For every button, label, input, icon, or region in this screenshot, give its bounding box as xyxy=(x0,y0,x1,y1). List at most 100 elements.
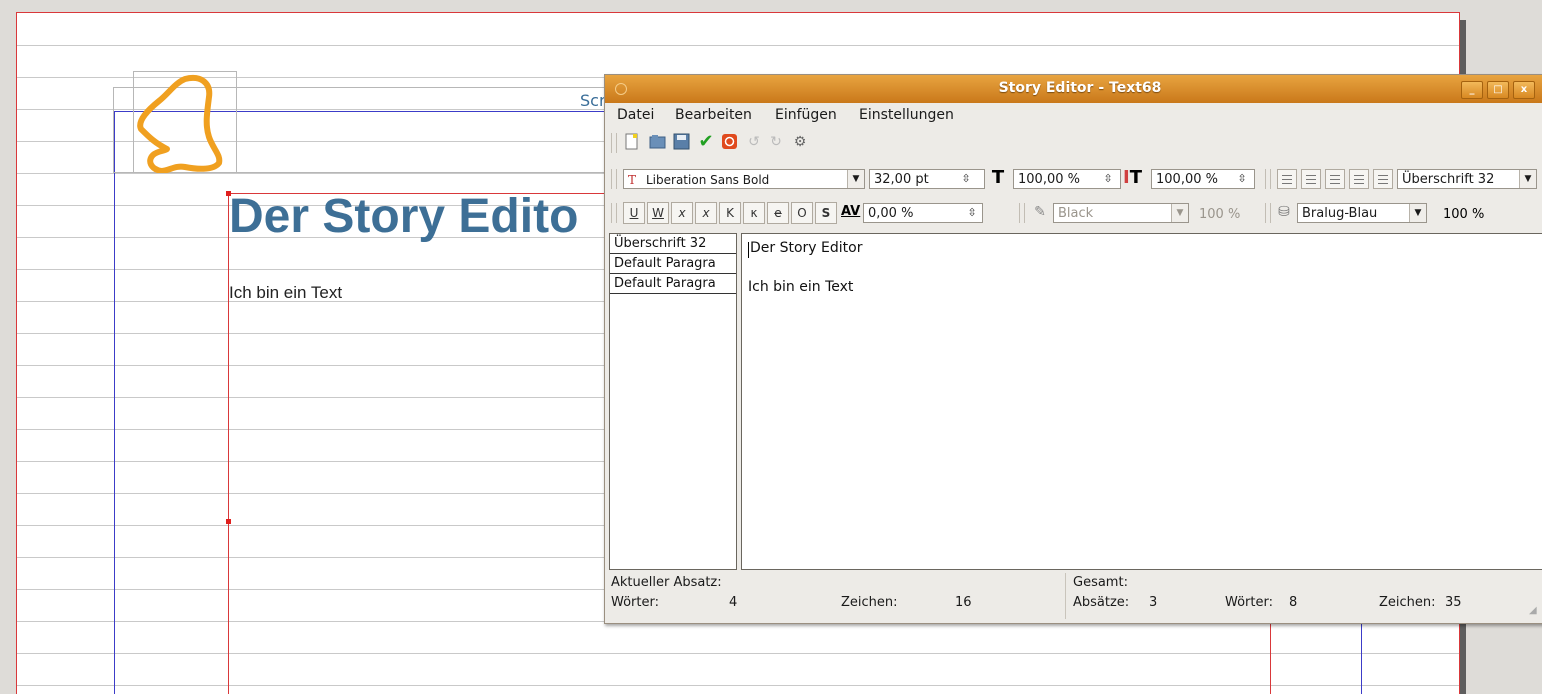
outline-button[interactable]: O xyxy=(791,202,813,224)
style-list-item[interactable]: Überschrift 32 xyxy=(610,234,736,254)
story-paragraph[interactable]: Der Story Editor xyxy=(750,240,862,256)
fill-color-value: Bralug-Blau xyxy=(1302,206,1378,221)
words-value: 4 xyxy=(729,595,738,610)
style-list-item[interactable]: Default Paragra xyxy=(610,254,736,274)
chars-label: Zeichen: xyxy=(841,595,898,610)
document-body-text[interactable]: Ich bin ein Text xyxy=(229,283,342,303)
maximize-button[interactable]: □ xyxy=(1487,81,1509,99)
redo-icon[interactable]: ↻ xyxy=(767,133,785,151)
header-text-snippet: Scr xyxy=(580,91,606,110)
undo-icon[interactable]: ↺ xyxy=(745,133,763,151)
baseline-grid-line xyxy=(17,45,1459,46)
save-icon[interactable] xyxy=(673,133,691,151)
style-list-item[interactable]: Default Paragra xyxy=(610,274,736,294)
subscript-button[interactable]: x xyxy=(671,202,693,224)
align-center-button[interactable] xyxy=(1301,169,1321,189)
menu-bearbeiten[interactable]: Bearbeiten xyxy=(675,107,752,123)
paragraph-style-select[interactable]: Überschrift 32 ▼ xyxy=(1397,169,1537,189)
small-caps-button[interactable]: κ xyxy=(743,202,765,224)
story-paragraph[interactable]: Ich bin ein Text xyxy=(748,279,853,295)
scale-width-value: 100,00 % xyxy=(1018,172,1080,187)
search-replace-icon[interactable]: ⚙ xyxy=(791,133,809,151)
menu-einstellungen[interactable]: Einstellungen xyxy=(859,107,954,123)
stroke-color-value: Black xyxy=(1058,206,1094,221)
toolbar-grip[interactable] xyxy=(611,169,617,189)
minimize-button[interactable]: _ xyxy=(1461,81,1483,99)
tracking-icon: AV xyxy=(841,204,861,219)
status-divider xyxy=(1065,573,1066,619)
text-frame-right-edge xyxy=(1270,613,1271,694)
baseline-grid-line xyxy=(17,685,1459,686)
frame-handle[interactable] xyxy=(226,191,231,196)
strikethrough-button[interactable]: e xyxy=(767,202,789,224)
text-caret xyxy=(748,242,749,258)
scale-width-icon: T xyxy=(991,167,1005,188)
window-titlebar[interactable]: Story Editor - Text68 _ □ x xyxy=(605,75,1542,103)
stroke-color-select[interactable]: Black ▼ xyxy=(1053,203,1189,223)
current-paragraph-label: Aktueller Absatz: xyxy=(611,575,722,590)
resize-grip-icon[interactable]: ◢ xyxy=(1529,605,1541,617)
story-editor-window[interactable]: Story Editor - Text68 _ □ x Datei Bearbe… xyxy=(604,74,1542,624)
cancel-icon[interactable] xyxy=(721,133,739,151)
baseline-grid-line xyxy=(17,653,1459,654)
align-right-button[interactable] xyxy=(1325,169,1345,189)
open-icon[interactable] xyxy=(649,133,667,151)
document-heading[interactable]: Der Story Edito xyxy=(229,189,578,244)
paragraph-style-list[interactable]: Überschrift 32 Default Paragra Default P… xyxy=(609,233,737,570)
toolbar-grip[interactable] xyxy=(1265,169,1271,189)
story-text-area[interactable]: Der Story Editor Ich bin ein Text xyxy=(741,233,1542,570)
toolbar-grip[interactable] xyxy=(611,133,617,153)
align-left-button[interactable] xyxy=(1277,169,1297,189)
apply-icon[interactable]: ✔ xyxy=(697,133,715,151)
toolbar-grip[interactable] xyxy=(611,203,617,223)
stroke-shade-value[interactable]: 100 % xyxy=(1199,207,1240,222)
paragraphs-label: Absätze: xyxy=(1073,595,1130,610)
paragraph-style-value: Überschrift 32 xyxy=(1402,172,1495,187)
scale-height-icon: IT xyxy=(1123,167,1142,188)
fill-color-select[interactable]: Bralug-Blau ▼ xyxy=(1297,203,1427,223)
menu-einfuegen[interactable]: Einfügen xyxy=(775,107,837,123)
align-block-button[interactable] xyxy=(1349,169,1369,189)
margin-guide-left xyxy=(114,111,115,694)
chevron-down-icon[interactable]: ▼ xyxy=(1171,204,1188,222)
new-icon[interactable] xyxy=(623,133,641,151)
fill-shade-value[interactable]: 100 % xyxy=(1443,207,1484,222)
status-bar: Aktueller Absatz: Wörter: 4 Zeichen: 16 … xyxy=(609,573,1542,619)
frame-handle[interactable] xyxy=(226,519,231,524)
stroke-color-icon: ✎ xyxy=(1034,204,1046,220)
tracking-value: 0,00 % xyxy=(868,206,914,221)
shadow-button[interactable]: S xyxy=(815,202,837,224)
font-toolbar: T Liberation Sans Bold ▼ 32,00 pt ⇳ T 10… xyxy=(605,165,1542,193)
words-label: Wörter: xyxy=(611,595,659,610)
chars-value: 16 xyxy=(955,595,972,610)
bell-logo-icon xyxy=(135,73,225,177)
align-forced-button[interactable] xyxy=(1373,169,1393,189)
window-title: Story Editor - Text68 xyxy=(998,80,1162,96)
chevron-down-icon[interactable]: ▼ xyxy=(847,170,864,188)
total-words-value: 8 xyxy=(1289,595,1298,610)
scale-height-value: 100,00 % xyxy=(1156,172,1218,187)
all-caps-button[interactable]: K xyxy=(719,202,741,224)
font-size-value: 32,00 pt xyxy=(874,172,929,187)
toolbar-grip[interactable] xyxy=(1019,203,1025,223)
close-button[interactable]: x xyxy=(1513,81,1535,99)
menu-datei[interactable]: Datei xyxy=(617,107,654,123)
paragraphs-value: 3 xyxy=(1149,595,1158,610)
tracking-spinner[interactable]: ⇳ xyxy=(965,204,979,222)
underline-words-button[interactable]: W xyxy=(647,202,669,224)
margin-guide-right xyxy=(1361,613,1362,694)
main-toolbar: ✔ ↺ ↻ ⚙ xyxy=(605,129,1542,157)
superscript-button[interactable]: x xyxy=(695,202,717,224)
chevron-down-icon[interactable]: ▼ xyxy=(1409,204,1426,222)
chevron-down-icon[interactable]: ▼ xyxy=(1519,170,1536,188)
fill-color-icon: ⛁ xyxy=(1278,204,1290,220)
scale-height-spinner[interactable]: ⇳ xyxy=(1235,170,1249,188)
toolbar-grip[interactable] xyxy=(1265,203,1271,223)
font-family-value: Liberation Sans Bold xyxy=(646,173,770,187)
font-size-spinner[interactable]: ⇳ xyxy=(959,170,973,188)
editor-panes: Überschrift 32 Default Paragra Default P… xyxy=(609,233,1542,570)
font-family-select[interactable]: T Liberation Sans Bold ▼ xyxy=(623,169,865,189)
total-words-label: Wörter: xyxy=(1225,595,1273,610)
underline-button[interactable]: U xyxy=(623,202,645,224)
scale-width-spinner[interactable]: ⇳ xyxy=(1101,170,1115,188)
